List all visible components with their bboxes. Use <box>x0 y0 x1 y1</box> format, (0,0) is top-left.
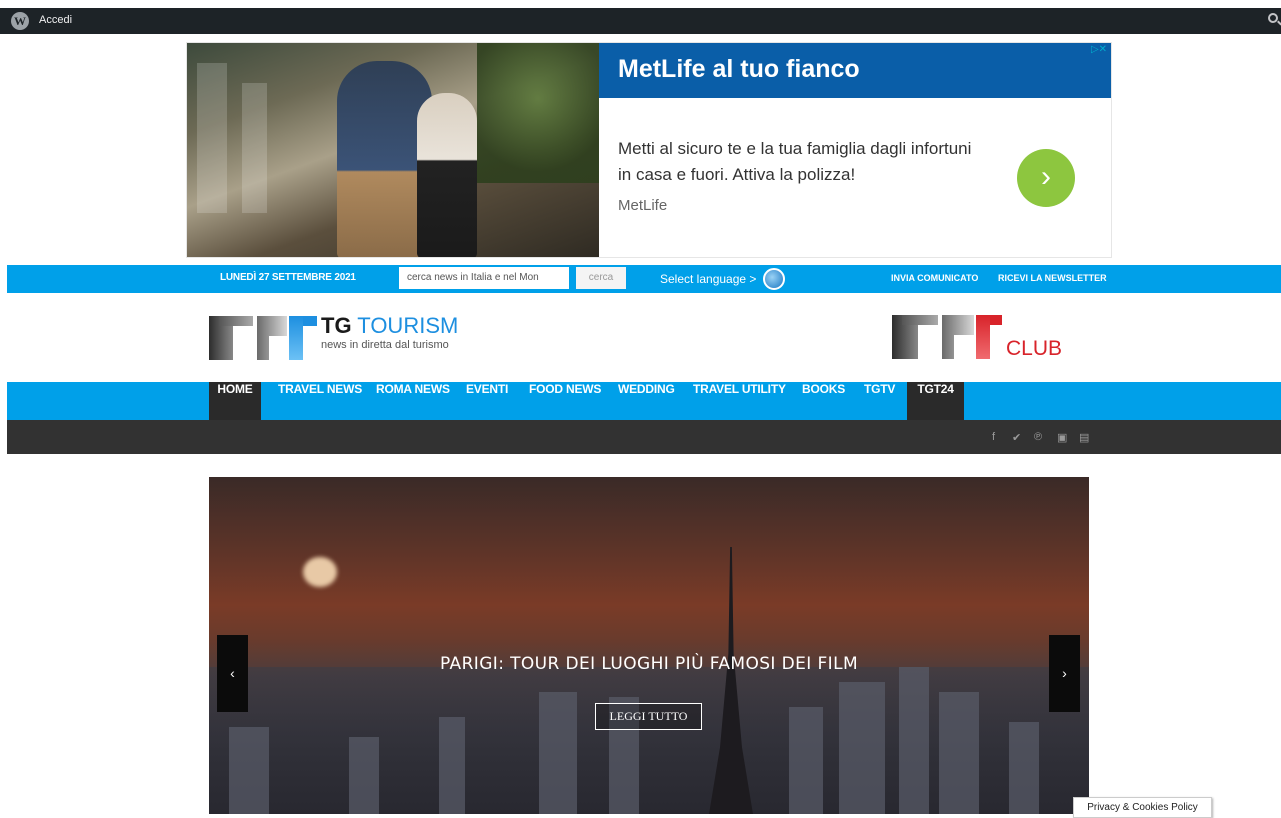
nav-item-roma-news[interactable]: ROMA NEWS <box>376 382 450 420</box>
admin-bar: W Accedi <box>0 8 1281 34</box>
featured-slider: PARIGI: TOUR DEI LUOGHI PIÙ FAMOSI DEI F… <box>209 477 1089 814</box>
ad-header: MetLife al tuo fianco <box>599 43 1111 98</box>
wordpress-icon[interactable]: W <box>11 12 29 30</box>
logo-title: TG TOURISM <box>321 313 459 338</box>
ad-brand: MetLife <box>618 197 668 214</box>
twitter-icon[interactable]: ✔ <box>1012 431 1021 444</box>
main-nav: HOME TRAVEL NEWS ROMA NEWS EVENTI FOOD N… <box>7 382 1281 420</box>
ad-description: Metti al sicuro te e la tua famiglia dag… <box>618 139 972 184</box>
nav-item-travel-utility[interactable]: TRAVEL UTILITY <box>693 382 786 420</box>
nav-item-home[interactable]: HOME <box>209 382 261 420</box>
language-selector[interactable]: Select language > <box>660 272 756 286</box>
pinterest-icon[interactable]: ℗ <box>1034 431 1042 443</box>
read-more-button[interactable]: LEGGI TUTTO <box>595 703 702 730</box>
slide-image <box>303 557 337 587</box>
social-bar: f ✔ ℗ ▣ ▤ <box>7 420 1281 454</box>
youtube-icon[interactable]: ▤ <box>1079 431 1089 444</box>
slider-prev-button[interactable]: ‹ <box>217 635 248 712</box>
logo-tagline: news in diretta dal turismo <box>321 339 449 351</box>
nav-item-travel-news[interactable]: TRAVEL NEWS <box>278 382 362 420</box>
ad-photo <box>187 43 599 257</box>
nav-item-eventi[interactable]: EVENTI <box>466 382 508 420</box>
top-utility-bar: LUNEDÌ 27 SETTEMBRE 2021 cerca news in I… <box>7 265 1281 293</box>
adchoices-icon[interactable]: ▷✕ <box>1087 44 1111 56</box>
search-button[interactable]: cerca <box>576 267 626 289</box>
nav-item-wedding[interactable]: WEDDING <box>618 382 675 420</box>
login-link[interactable]: Accedi <box>39 14 72 26</box>
privacy-policy-button[interactable]: Privacy & Cookies Policy <box>1073 797 1212 818</box>
instagram-icon[interactable]: ▣ <box>1057 431 1067 444</box>
slide-title[interactable]: PARIGI: TOUR DEI LUOGHI PIÙ FAMOSI DEI F… <box>209 654 1089 674</box>
chevron-right-icon[interactable]: › <box>1017 149 1075 207</box>
current-date: LUNEDÌ 27 SETTEMBRE 2021 <box>220 272 356 283</box>
advertisement-banner[interactable]: MetLife al tuo fianco ▷✕ Metti al sicuro… <box>186 42 1112 258</box>
ad-title[interactable]: MetLife al tuo fianco <box>618 55 860 84</box>
slider-next-button[interactable]: › <box>1049 635 1080 712</box>
club-label: CLUB <box>1006 337 1063 360</box>
nav-item-books[interactable]: BOOKS <box>802 382 845 420</box>
nav-item-tgt24[interactable]: TGT24 <box>907 382 964 420</box>
search-input[interactable]: cerca news in Italia e nel Mon <box>399 267 569 289</box>
nav-item-tgtv[interactable]: TGTV <box>864 382 895 420</box>
globe-icon[interactable] <box>763 268 785 290</box>
nav-item-food-news[interactable]: FOOD NEWS <box>529 382 601 420</box>
facebook-icon[interactable]: f <box>992 431 995 443</box>
newsletter-link[interactable]: RICEVI LA NEWSLETTER <box>998 273 1107 283</box>
send-press-release-link[interactable]: INVIA COMUNICATO <box>891 273 978 283</box>
search-icon[interactable] <box>1268 13 1278 23</box>
